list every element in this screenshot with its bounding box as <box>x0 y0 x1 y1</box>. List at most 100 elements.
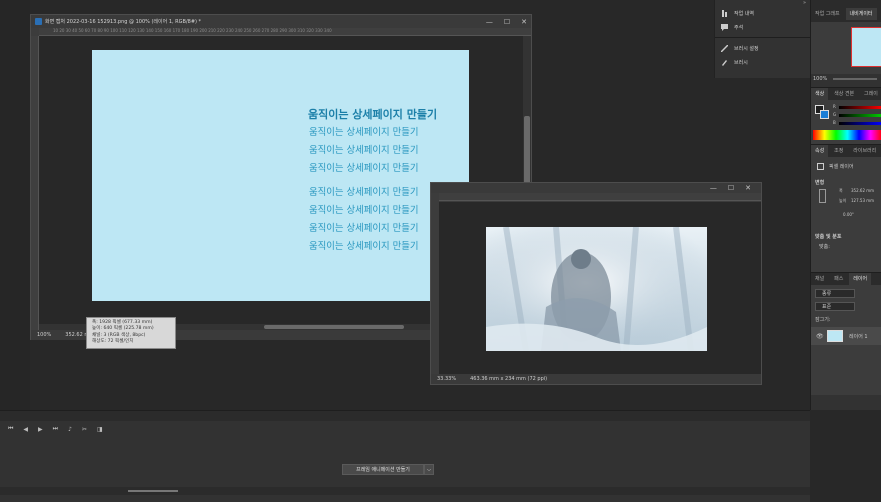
timeline-zoom-bar[interactable] <box>0 487 810 495</box>
b-label: B <box>833 120 836 125</box>
layers-tabs[interactable]: 채널 패스 레이어 <box>811 273 881 285</box>
minimize-button[interactable]: — <box>710 184 717 192</box>
right-dock[interactable]: 작업 그래프 내비게이터 100% 색상 색상 견본 그레이 R G B 속성 … <box>810 0 881 410</box>
brush-icon <box>721 59 728 66</box>
brush-menu-item[interactable]: 브러시 <box>715 55 810 69</box>
lock-label: 잠그기: <box>815 317 831 323</box>
tab-properties[interactable]: 속성 <box>811 145 829 157</box>
sculpture-photo[interactable] <box>486 227 707 351</box>
tab-layers[interactable]: 레이어 <box>849 273 872 285</box>
navigator-zoom[interactable]: 100% <box>813 76 827 82</box>
transition-icon[interactable]: ◨ <box>97 426 103 433</box>
main-window-title: 화면 캡처 2022-03-16 152913.png @ 100% (레이어 … <box>45 19 202 25</box>
body-text-line: 움직이는 상세페이지 만들기 <box>309 127 419 138</box>
history-brush-panel[interactable]: » 작업 내역 주석 브러시 설정 브러시 <box>714 0 810 78</box>
body-text-line: 움직이는 상세페이지 만들기 <box>309 145 419 156</box>
horizontal-ruler <box>439 193 761 201</box>
width-value[interactable]: 352.62 mm <box>851 188 874 193</box>
timeline-panel[interactable]: ⏮ ◀ ▶ ⏭ ♪ ✂ ◨ 프레임 애니메이션 만들기 ⌵ <box>0 410 810 502</box>
layer-thumbnail <box>827 330 843 342</box>
brush-settings-icon <box>720 43 729 53</box>
first-frame-icon[interactable]: ⏮ <box>8 425 13 433</box>
second-window-titlebar[interactable]: — ☐ ✕ <box>431 183 761 193</box>
tooltip-resolution: 해상도: 72 픽셀/인치 <box>92 339 134 345</box>
r-slider[interactable] <box>839 106 881 109</box>
chevron-down-icon[interactable]: ⌵ <box>424 464 434 475</box>
close-button[interactable]: ✕ <box>521 18 527 26</box>
properties-tabs[interactable]: 속성 조정 라이브러리 <box>811 145 881 157</box>
body-text-line: 움직이는 상세페이지 만들기 <box>309 163 419 174</box>
restore-button[interactable]: ☐ <box>504 18 510 26</box>
body-text-line: 움직이는 상세페이지 만들기 <box>309 205 419 216</box>
timeline-header <box>0 411 810 421</box>
tab-channels[interactable]: 채널 <box>811 273 828 285</box>
layer-row[interactable]: 👁 레이어 1 <box>811 327 881 345</box>
align-heading: 맞춤 및 분포 <box>815 234 842 240</box>
restore-button[interactable]: ☐ <box>728 184 734 192</box>
body-text-line: 움직이는 상세페이지 만들기 <box>309 223 419 234</box>
brush-settings-menu-item[interactable]: 브러시 설정 <box>715 41 810 55</box>
photoshop-icon <box>35 18 42 25</box>
left-gutter <box>0 0 30 410</box>
layers-panel[interactable]: 종류 표준 잠그기: 👁 레이어 1 <box>811 285 881 395</box>
g-slider[interactable] <box>839 114 881 117</box>
timeline-controls[interactable]: ⏮ ◀ ▶ ⏭ ♪ ✂ ◨ <box>0 421 810 437</box>
link-dimensions-icon[interactable] <box>819 189 826 203</box>
history-icon <box>721 9 728 17</box>
layer-type-row: 픽셀 레이어 <box>817 163 854 170</box>
audio-icon[interactable]: ♪ <box>68 426 72 433</box>
tab-paths[interactable]: 패스 <box>830 273 847 285</box>
minimize-button[interactable]: — <box>486 18 493 26</box>
zoom-level[interactable]: 33.33% <box>437 376 456 382</box>
create-frame-animation-button[interactable]: 프레임 애니메이션 만들기 <box>342 464 424 475</box>
next-frame-icon[interactable]: ⏭ <box>53 425 58 433</box>
navigator-tabs[interactable]: 작업 그래프 내비게이터 <box>811 0 881 22</box>
width-label: 폭 <box>839 188 843 193</box>
main-window-titlebar[interactable]: 화면 캡처 2022-03-16 152913.png @ 100% (레이어 … <box>31 15 531 28</box>
color-panel[interactable]: R G B <box>811 100 881 144</box>
transform-heading: 변형 <box>815 180 825 186</box>
b-slider[interactable] <box>839 122 881 125</box>
second-document-window[interactable]: — ☐ ✕ 33.33% 463.36 mm x 234 mm (72 ppi) <box>430 182 762 385</box>
angle-value[interactable]: 0.00° <box>843 212 854 217</box>
tab-swatches[interactable]: 색상 견본 <box>830 88 858 100</box>
previous-frame-icon[interactable]: ◀ <box>23 426 28 433</box>
blend-mode-select[interactable]: 표준 <box>815 302 855 311</box>
tab-adjustments[interactable]: 조정 <box>830 145 847 157</box>
history-menu-item[interactable]: 작업 내역 <box>715 6 810 20</box>
tab-gradients[interactable]: 그레이 <box>860 88 881 100</box>
timeline-zoom-slider[interactable] <box>128 490 178 492</box>
zoom-slider[interactable] <box>833 77 877 80</box>
background-color-swatch[interactable] <box>820 110 829 119</box>
navigator-preview[interactable] <box>811 22 881 74</box>
play-icon[interactable]: ▶ <box>38 426 43 433</box>
second-status-bar: 33.33% 463.36 mm x 234 mm (72 ppi) <box>431 374 761 384</box>
pixel-layer-icon <box>817 163 824 170</box>
color-tabs[interactable]: 색상 색상 견본 그레이 <box>811 88 881 100</box>
notes-menu-item[interactable]: 주석 <box>715 20 810 34</box>
layer-name[interactable]: 레이어 1 <box>849 333 868 340</box>
layer-filter-select[interactable]: 종류 <box>815 289 855 298</box>
horizontal-ruler: 10 20 30 40 50 60 70 80 90 100 110 120 1… <box>39 28 531 36</box>
height-value[interactable]: 127.53 mm <box>851 198 874 203</box>
tab-libraries[interactable]: 라이브러리 <box>849 145 880 157</box>
zoom-level[interactable]: 100% <box>37 332 51 338</box>
navigator-zoom-bar[interactable]: 100% <box>811 74 881 83</box>
vertical-ruler <box>31 36 39 330</box>
split-icon[interactable]: ✂ <box>82 426 87 433</box>
close-button[interactable]: ✕ <box>745 184 751 192</box>
eye-icon[interactable]: 👁 <box>816 333 824 340</box>
properties-panel[interactable]: 픽셀 레이어 변형 폭 352.62 mm 높이 127.53 mm 0.00°… <box>811 157 881 272</box>
comment-icon <box>721 23 728 31</box>
document-size[interactable]: 463.36 mm x 234 mm (72 ppi) <box>470 376 547 382</box>
tab-job-graph[interactable]: 작업 그래프 <box>811 8 844 20</box>
body-text-line: 움직이는 상세페이지 만들기 <box>309 187 419 198</box>
navigator-thumbnail[interactable] <box>851 27 881 67</box>
tab-color[interactable]: 색상 <box>811 88 829 100</box>
document-artboard[interactable]: 움직이는 상세페이지 만들기 움직이는 상세페이지 만들기 움직이는 상세페이지… <box>92 50 469 301</box>
color-spectrum[interactable] <box>813 130 881 140</box>
height-label: 높이 <box>839 198 847 203</box>
tab-navigator[interactable]: 내비게이터 <box>845 8 877 20</box>
scrollbar-thumb[interactable] <box>264 325 404 329</box>
second-canvas-area[interactable] <box>439 202 761 374</box>
